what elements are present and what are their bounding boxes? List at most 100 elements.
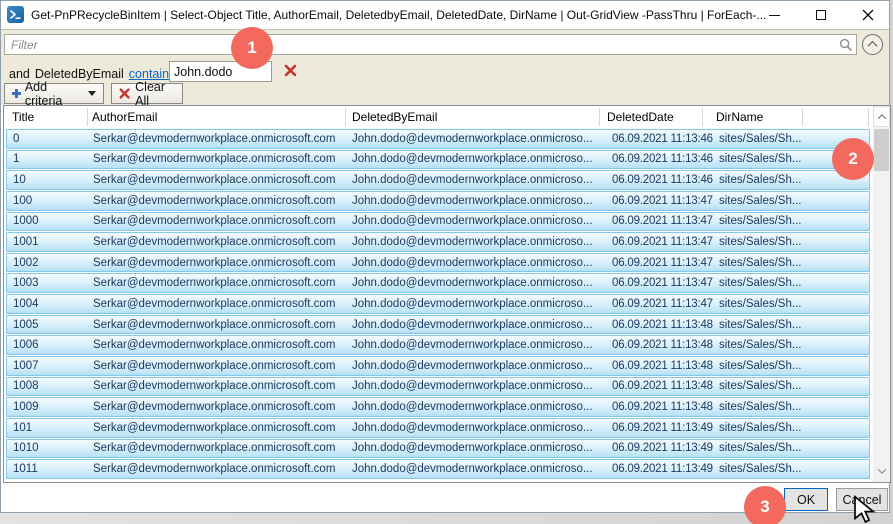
cell-title: 1005 bbox=[13, 318, 39, 331]
cell-deleted-date: 06.09.2021 11:13:46 bbox=[612, 174, 713, 187]
cell-deleted-by-email: John.dodo@devmodernworkplace.onmicroso..… bbox=[352, 153, 593, 166]
cell-deleted-by-email: John.dodo@devmodernworkplace.onmicroso..… bbox=[352, 318, 593, 331]
table-row[interactable]: 1008 Serkar@devmodernworkplace.onmicrosof… bbox=[6, 376, 870, 397]
cell-dir-name: sites/Sales/Sh... bbox=[719, 339, 802, 352]
cell-title: 1004 bbox=[13, 297, 39, 310]
table-row[interactable]: 1001 Serkar@devmodernworkplace.onmicrosof… bbox=[6, 232, 870, 252]
clear-all-button[interactable]: Clear All bbox=[111, 80, 183, 108]
cell-deleted-date: 06.09.2021 11:13:48 bbox=[612, 380, 713, 393]
cell-deleted-by-email: John.dodo@devmodernworkplace.onmicroso..… bbox=[352, 132, 593, 145]
table-row[interactable]: 0 Serkar@devmodernworkplace.onmicrosoft.c… bbox=[6, 129, 870, 149]
cell-deleted-by-email: John.dodo@devmodernworkplace.onmicroso..… bbox=[352, 174, 593, 187]
maximize-icon bbox=[816, 10, 826, 20]
cell-deleted-by-email: John.dodo@devmodernworkplace.onmicroso..… bbox=[352, 421, 593, 434]
table-row[interactable]: 1010 Serkar@devmodernworkplace.onmicrosof… bbox=[6, 438, 870, 459]
scroll-up-button[interactable] bbox=[873, 106, 890, 127]
plus-icon bbox=[12, 89, 21, 98]
table-row[interactable]: 1007 Serkar@devmodernworkplace.onmicrosof… bbox=[6, 356, 870, 376]
column-divider[interactable] bbox=[868, 108, 869, 126]
cell-title: 1003 bbox=[13, 277, 39, 290]
table-row[interactable]: 1009 Serkar@devmodernworkplace.onmicrosof… bbox=[6, 397, 870, 417]
table-row[interactable]: 1003 Serkar@devmodernworkplace.onmicrosof… bbox=[6, 273, 870, 294]
add-criteria-label: Add criteria bbox=[24, 79, 63, 108]
cell-dir-name: sites/Sales/Sh... bbox=[719, 297, 802, 310]
table-row[interactable]: 100 Serkar@devmodernworkplace.onmicrosoft… bbox=[6, 190, 870, 211]
cell-dir-name: sites/Sales/Sh... bbox=[719, 277, 802, 290]
table-row[interactable]: 1000 Serkar@devmodernworkplace.onmicrosof… bbox=[6, 211, 870, 232]
maximize-button[interactable] bbox=[798, 1, 844, 29]
cell-title: 1006 bbox=[13, 339, 39, 352]
cell-title: 100 bbox=[13, 194, 33, 207]
column-divider[interactable] bbox=[345, 108, 346, 126]
vertical-scrollbar[interactable] bbox=[873, 106, 890, 482]
cell-title: 10 bbox=[13, 174, 26, 187]
collapse-criteria-button[interactable] bbox=[862, 34, 883, 55]
annotation-badge-1: 1 bbox=[231, 27, 273, 69]
cell-deleted-by-email: John.dodo@devmodernworkplace.onmicroso..… bbox=[352, 442, 593, 455]
cell-author-email: Serkar@devmodernworkplace.onmicrosoft.co… bbox=[93, 236, 336, 248]
column-header-title[interactable]: Title bbox=[12, 110, 34, 124]
cell-dir-name: sites/Sales/Sh... bbox=[719, 236, 802, 248]
cell-title: 1001 bbox=[13, 236, 39, 248]
add-criteria-button[interactable]: Add criteria bbox=[4, 80, 104, 108]
column-divider[interactable] bbox=[87, 108, 88, 126]
cell-title: 1 bbox=[13, 153, 20, 166]
column-header-authoremail[interactable]: AuthorEmail bbox=[92, 110, 157, 124]
cell-dir-name: sites/Sales/Sh... bbox=[719, 256, 802, 269]
caret-down-icon bbox=[88, 91, 96, 96]
cell-deleted-date: 06.09.2021 11:13:49 bbox=[612, 463, 713, 476]
cell-author-email: Serkar@devmodernworkplace.onmicrosoft.co… bbox=[93, 256, 336, 269]
cell-dir-name: sites/Sales/Sh... bbox=[719, 401, 802, 414]
cell-title: 1008 bbox=[13, 380, 39, 393]
cell-deleted-date: 06.09.2021 11:13:47 bbox=[612, 297, 713, 310]
minimize-button[interactable] bbox=[751, 1, 797, 29]
close-button[interactable] bbox=[845, 1, 891, 29]
cell-dir-name: sites/Sales/Sh... bbox=[719, 359, 802, 372]
close-icon bbox=[862, 9, 874, 21]
table-row[interactable]: 1002 Serkar@devmodernworkplace.onmicrosof… bbox=[6, 252, 870, 273]
cell-deleted-date: 06.09.2021 11:13:49 bbox=[612, 421, 713, 434]
column-header-dirname[interactable]: DirName bbox=[716, 110, 763, 124]
table-row[interactable]: 1004 Serkar@devmodernworkplace.onmicrosof… bbox=[6, 294, 870, 314]
cell-author-email: Serkar@devmodernworkplace.onmicrosoft.co… bbox=[93, 442, 336, 455]
cell-author-email: Serkar@devmodernworkplace.onmicrosoft.co… bbox=[93, 297, 336, 310]
cell-deleted-date: 06.09.2021 11:13:47 bbox=[612, 215, 713, 228]
cell-deleted-by-email: John.dodo@devmodernworkplace.onmicroso..… bbox=[352, 339, 593, 352]
results-grid: Title AuthorEmail DeletedByEmail Deleted… bbox=[3, 105, 891, 483]
cell-author-email: Serkar@devmodernworkplace.onmicrosoft.co… bbox=[93, 215, 336, 228]
scroll-down-button[interactable] bbox=[873, 462, 890, 480]
column-divider[interactable] bbox=[802, 108, 803, 126]
cell-deleted-by-email: John.dodo@devmodernworkplace.onmicroso..… bbox=[352, 256, 593, 269]
cell-author-email: Serkar@devmodernworkplace.onmicrosoft.co… bbox=[93, 359, 336, 372]
cell-author-email: Serkar@devmodernworkplace.onmicrosoft.co… bbox=[93, 174, 336, 187]
cell-dir-name: sites/Sales/Sh... bbox=[719, 463, 802, 476]
cell-title: 101 bbox=[13, 421, 33, 434]
table-row[interactable]: 1011 Serkar@devmodernworkplace.onmicrosof… bbox=[6, 459, 870, 479]
cell-deleted-by-email: John.dodo@devmodernworkplace.onmicroso..… bbox=[352, 194, 593, 207]
table-row[interactable]: 1 Serkar@devmodernworkplace.onmicrosoft.c… bbox=[6, 149, 870, 170]
out-gridview-window: Get-PnPRecycleBinItem | Select-Object Ti… bbox=[0, 0, 891, 513]
powershell-icon bbox=[7, 6, 24, 23]
table-row[interactable]: 1005 Serkar@devmodernworkplace.onmicrosof… bbox=[6, 314, 870, 335]
annotation-badge-3: 3 bbox=[744, 486, 786, 524]
remove-criteria-button[interactable] bbox=[284, 64, 297, 77]
cell-author-email: Serkar@devmodernworkplace.onmicrosoft.co… bbox=[93, 318, 336, 331]
column-header-deletedbyemail[interactable]: DeletedByEmail bbox=[352, 110, 437, 124]
table-row[interactable]: 10 Serkar@devmodernworkplace.onmicrosoft.… bbox=[6, 170, 870, 190]
table-row[interactable]: 101 Serkar@devmodernworkplace.onmicrosoft… bbox=[6, 417, 870, 438]
table-body: 0 Serkar@devmodernworkplace.onmicrosoft.c… bbox=[4, 129, 872, 480]
cell-deleted-by-email: John.dodo@devmodernworkplace.onmicroso..… bbox=[352, 236, 593, 248]
cell-deleted-by-email: John.dodo@devmodernworkplace.onmicroso..… bbox=[352, 297, 593, 310]
ok-button[interactable]: OK bbox=[784, 488, 828, 511]
cell-author-email: Serkar@devmodernworkplace.onmicrosoft.co… bbox=[93, 401, 336, 414]
scrollbar-thumb[interactable] bbox=[874, 129, 889, 171]
cell-title: 1010 bbox=[13, 442, 39, 455]
red-x-icon bbox=[284, 64, 297, 77]
cell-author-email: Serkar@devmodernworkplace.onmicrosoft.co… bbox=[93, 194, 336, 207]
column-divider[interactable] bbox=[702, 108, 703, 126]
column-header-deleteddate[interactable]: DeletedDate bbox=[607, 110, 674, 124]
filter-input[interactable] bbox=[4, 34, 857, 55]
column-divider[interactable] bbox=[599, 108, 600, 126]
annotation-badge-2: 2 bbox=[832, 138, 874, 180]
table-row[interactable]: 1006 Serkar@devmodernworkplace.onmicrosof… bbox=[6, 335, 870, 355]
